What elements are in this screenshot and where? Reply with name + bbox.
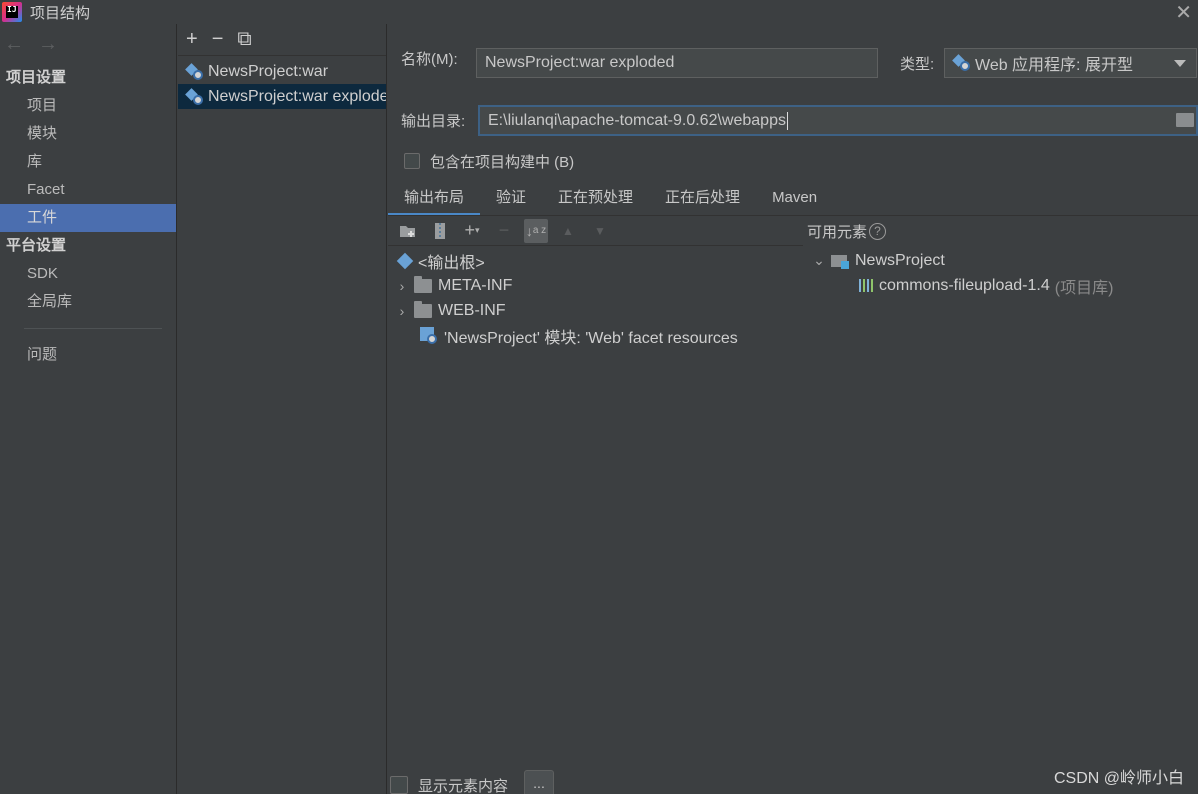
web-artifact-icon bbox=[952, 54, 971, 72]
artifact-item-war[interactable]: NewsProject:war bbox=[178, 59, 386, 84]
folder-icon bbox=[414, 300, 432, 318]
new-archive-icon[interactable] bbox=[428, 219, 452, 243]
browse-folder-icon[interactable] bbox=[1176, 113, 1194, 127]
watermark: CSDN @岭师小白 bbox=[1053, 770, 1184, 787]
new-folder-icon[interactable] bbox=[396, 219, 420, 243]
text-cursor bbox=[786, 111, 788, 130]
title-bar: IJ 项目结构 ✕ bbox=[0, 0, 1198, 24]
tab-preprocessing[interactable]: 正在预处理 bbox=[542, 184, 649, 216]
window-title: 项目结构 bbox=[30, 4, 91, 22]
tree-row-web-inf[interactable]: › WEB-INF bbox=[388, 298, 803, 323]
folder-label: WEB-INF bbox=[438, 301, 506, 319]
chevron-right-icon[interactable]: › bbox=[394, 303, 410, 319]
name-label: 名称(M): bbox=[401, 51, 458, 68]
project-label: NewsProject bbox=[855, 251, 945, 269]
output-root-label: <输出根> bbox=[418, 254, 485, 272]
nav-item-global-libraries[interactable]: 全局库 bbox=[0, 288, 176, 316]
nav-item-project[interactable]: 项目 bbox=[0, 92, 176, 120]
tab-maven[interactable]: Maven bbox=[756, 184, 833, 216]
type-row: 类型: bbox=[900, 48, 934, 78]
chevron-down-icon bbox=[1174, 60, 1186, 67]
artifact-label: NewsProject:war exploded bbox=[208, 87, 386, 105]
chevron-down-icon[interactable]: ⌄ bbox=[811, 252, 827, 269]
platform-settings-heading: 平台设置 bbox=[6, 237, 67, 254]
move-down-icon[interactable]: ▼ bbox=[588, 219, 612, 243]
tree-row-meta-inf[interactable]: › META-INF bbox=[388, 273, 803, 298]
module-icon bbox=[831, 253, 849, 269]
library-kind: (项目库) bbox=[1054, 279, 1114, 297]
intellij-app-icon: IJ bbox=[2, 2, 22, 22]
name-input[interactable]: NewsProject:war exploded bbox=[476, 48, 878, 78]
back-arrow-icon[interactable]: ← bbox=[4, 33, 24, 56]
include-in-build-label: 包含在项目构建中 (B) bbox=[430, 153, 575, 171]
folder-icon bbox=[414, 275, 432, 293]
remove-icon[interactable]: − bbox=[212, 28, 224, 51]
include-in-build-checkbox[interactable] bbox=[404, 153, 420, 169]
output-layout-tree: <输出根> › META-INF › WEB-INF 'NewsProject'… bbox=[388, 248, 803, 348]
folder-label: META-INF bbox=[438, 276, 513, 294]
available-elements-label: 可用元素 bbox=[807, 223, 868, 241]
artifact-label: NewsProject:war bbox=[208, 62, 329, 80]
help-icon[interactable]: ? bbox=[869, 222, 887, 240]
output-dir-input[interactable]: E:\liulanqi\apache-tomcat-9.0.62\webapps bbox=[478, 105, 1198, 136]
type-select[interactable]: Web 应用程序: 展开型 bbox=[944, 48, 1197, 78]
bottom-options: 显示元素内容 ... bbox=[390, 770, 555, 794]
remove-element-icon[interactable]: − bbox=[492, 219, 516, 243]
chevron-right-icon[interactable]: › bbox=[394, 278, 410, 294]
type-value: Web 应用程序: 展开型 bbox=[975, 57, 1133, 74]
tree-row-library[interactable]: commons-fileupload-1.4 (项目库) bbox=[803, 273, 1198, 298]
move-up-icon[interactable]: ▲ bbox=[556, 219, 580, 243]
output-root-icon bbox=[396, 252, 414, 269]
copy-icon[interactable]: ⧉ bbox=[237, 28, 251, 51]
add-copy-icon[interactable]: + ▾ bbox=[460, 219, 484, 243]
tab-postprocessing[interactable]: 正在后处理 bbox=[649, 184, 756, 216]
show-content-checkbox[interactable] bbox=[390, 776, 408, 794]
add-icon[interactable]: + bbox=[186, 28, 198, 51]
show-content-label: 显示元素内容 bbox=[418, 777, 509, 794]
tree-row-output-root[interactable]: <输出根> bbox=[388, 248, 803, 273]
nav-item-modules[interactable]: 模块 bbox=[0, 120, 176, 148]
nav-divider bbox=[24, 328, 162, 329]
library-name: commons-fileupload-1.4 bbox=[879, 276, 1050, 294]
nav-history: ← → bbox=[0, 24, 176, 64]
output-dir-value: E:\liulanqi\apache-tomcat-9.0.62\webapps bbox=[488, 111, 786, 129]
nav-item-libraries[interactable]: 库 bbox=[0, 148, 176, 176]
tab-output-layout[interactable]: 输出布局 bbox=[388, 184, 481, 216]
name-row: 名称(M): bbox=[401, 48, 458, 69]
close-icon[interactable]: ✕ bbox=[1175, 0, 1192, 25]
artifact-toolbar: + − ⧉ bbox=[178, 24, 386, 56]
nav-item-facets[interactable]: Facet bbox=[0, 176, 176, 204]
tree-row-facet-resources[interactable]: 'NewsProject' 模块: 'Web' facet resources bbox=[388, 323, 803, 348]
output-label: 输出目录: bbox=[401, 112, 466, 130]
settings-nav: ← → 项目设置 项目 模块 库 Facet 工件 平台设置 SDK 全局库 问… bbox=[0, 24, 177, 794]
layout-toolbar: + ▾ − ↓ a z ▲ ▼ bbox=[388, 216, 803, 246]
type-label: 类型: bbox=[900, 55, 935, 73]
project-settings-heading: 项目设置 bbox=[6, 69, 67, 86]
web-facet-icon bbox=[420, 326, 438, 345]
available-elements-heading: 可用元素 ? bbox=[803, 216, 1198, 246]
sort-alphabetically-icon[interactable]: ↓ a z bbox=[524, 218, 548, 243]
include-in-build-row[interactable]: 包含在项目构建中 (B) bbox=[404, 150, 574, 172]
nav-item-artifacts[interactable]: 工件 bbox=[0, 204, 176, 232]
output-row: 输出目录: bbox=[401, 105, 465, 135]
nav-item-sdk[interactable]: SDK bbox=[0, 260, 176, 288]
tab-validation[interactable]: 验证 bbox=[480, 184, 542, 216]
more-options-button[interactable]: ... bbox=[524, 770, 555, 794]
available-elements-panel: 可用元素 ? ⌄ NewsProject commons-fileupload-… bbox=[803, 216, 1198, 298]
web-artifact-icon bbox=[185, 87, 204, 106]
forward-arrow-icon[interactable]: → bbox=[38, 33, 58, 56]
facet-resources-label: 'NewsProject' 模块: 'Web' facet resources bbox=[444, 329, 738, 347]
library-icon bbox=[859, 279, 873, 292]
tree-row-news-project[interactable]: ⌄ NewsProject bbox=[803, 248, 1198, 273]
web-artifact-icon bbox=[185, 62, 204, 81]
artifact-item-war-exploded[interactable]: NewsProject:war exploded bbox=[178, 84, 386, 109]
artifact-tabs: 输出布局 验证 正在预处理 正在后处理 Maven bbox=[388, 184, 833, 216]
nav-item-problems[interactable]: 问题 bbox=[0, 341, 176, 369]
artifact-list-panel: + − ⧉ NewsProject:war NewsProject:war ex… bbox=[178, 24, 387, 794]
